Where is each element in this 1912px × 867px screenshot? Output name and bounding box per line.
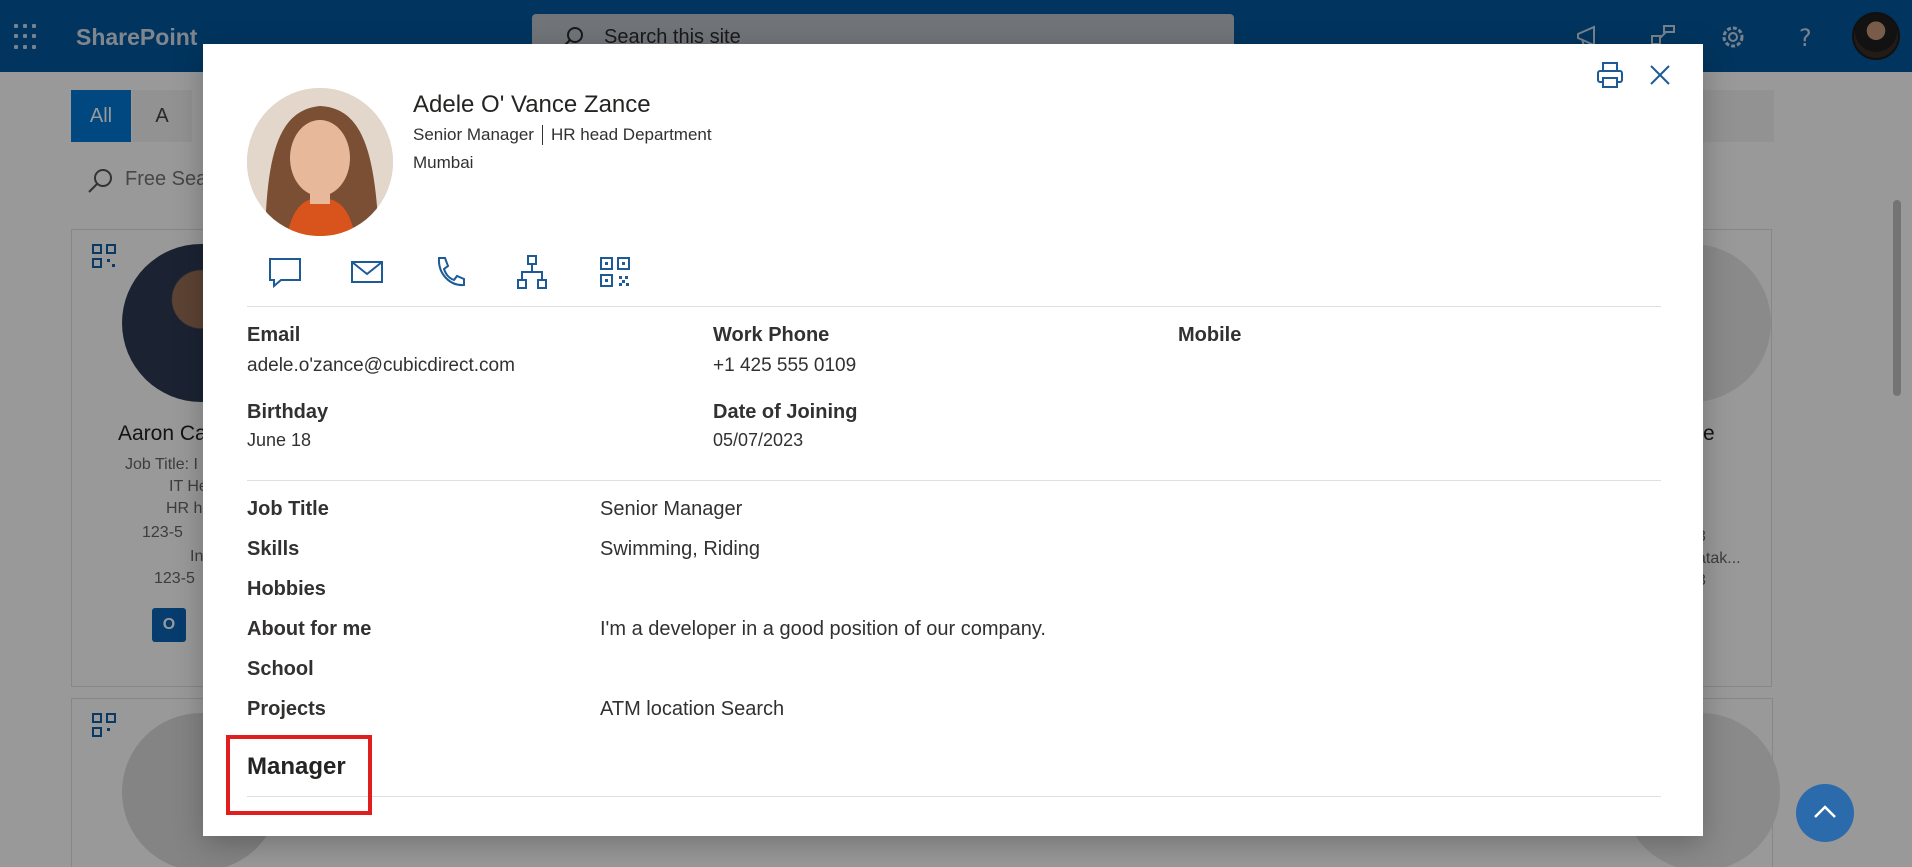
work-phone-value[interactable]: +1 425 555 0109 [713, 355, 856, 377]
email-value[interactable]: adele.o'zance@cubicdirect.com [247, 355, 515, 377]
detail-value-about: I'm a developer in a good position of ou… [600, 618, 1046, 640]
profile-dialog: Adele O' Vance Zance Senior Manager HR he… [203, 44, 1703, 836]
profile-department: HR head Department [550, 125, 712, 144]
profile-photo-portrait [247, 88, 393, 236]
profile-subtitle: Senior Manager HR head Department [413, 124, 712, 146]
chat-icon[interactable] [265, 252, 305, 292]
close-icon[interactable] [1647, 62, 1673, 88]
detail-label-about: About for me [247, 618, 372, 640]
divider [541, 124, 543, 145]
detail-value-skills: Swimming, Riding [600, 538, 761, 560]
divider [247, 796, 1661, 797]
birthday-label: Birthday [247, 401, 329, 423]
chevron-up-icon [1814, 805, 1836, 818]
profile-location: Mumbai [413, 153, 474, 172]
detail-value-job-title: Senior Manager [600, 498, 743, 520]
phone-icon[interactable] [430, 252, 470, 292]
qr-code-icon[interactable] [595, 252, 635, 292]
org-chart-icon[interactable] [512, 252, 552, 292]
print-icon[interactable] [1595, 60, 1625, 90]
mail-icon[interactable] [347, 252, 387, 292]
detail-label-hobbies: Hobbies [247, 578, 326, 600]
profile-name: Adele O' Vance Zance [413, 91, 651, 118]
manager-highlight-box [226, 735, 372, 815]
email-label: Email [247, 324, 301, 346]
profile-job-title: Senior Manager [413, 125, 534, 144]
detail-label-school: School [247, 658, 314, 680]
detail-label-projects: Projects [247, 698, 326, 720]
work-phone-label: Work Phone [713, 324, 830, 346]
detail-label-skills: Skills [247, 538, 300, 560]
divider [247, 480, 1661, 481]
date-of-joining-value: 05/07/2023 [713, 430, 804, 450]
detail-label-job-title: Job Title [247, 498, 329, 520]
detail-value-projects: ATM location Search [600, 698, 785, 720]
back-to-top-button[interactable] [1796, 784, 1854, 842]
date-of-joining-label: Date of Joining [713, 401, 858, 423]
birthday-value: June 18 [247, 430, 312, 450]
mobile-label: Mobile [1178, 324, 1242, 346]
divider [247, 306, 1661, 307]
profile-photo [247, 88, 393, 236]
